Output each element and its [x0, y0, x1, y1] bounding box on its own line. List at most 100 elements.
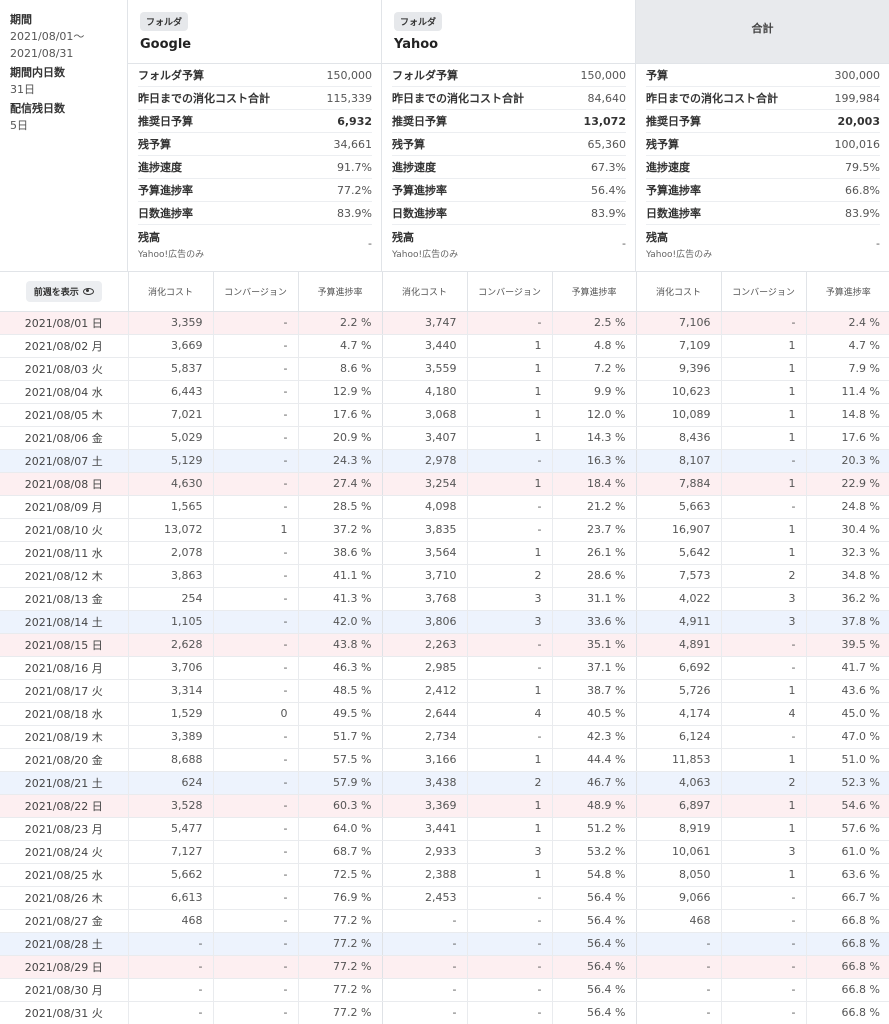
stat-label: 進捗速度 — [646, 161, 690, 174]
cell-conversion: 1 — [466, 403, 552, 427]
cell-cost: 1,565 — [127, 495, 213, 519]
table-row: 2021/08/16 月 3,706-46.3 % 2,985-37.1 % 6,69… — [0, 656, 889, 680]
stat-label: 進捗速度 — [392, 161, 436, 174]
stat-value: 20,003 — [837, 114, 880, 128]
folder-stats: 予算 300,000 昨日までの消化コスト合計 199,984 推奨日予算 20,00… — [636, 64, 889, 263]
stat-label: 推奨日予算 — [392, 115, 447, 128]
cell-conversion: 3 — [466, 840, 552, 864]
cell-cost: 1,529 — [127, 702, 213, 726]
cell-budget-rate: 76.9 % — [297, 886, 383, 910]
cell-budget-rate: 56.4 % — [551, 909, 637, 933]
cell-conversion: 1 — [720, 863, 806, 887]
cell-conversion: - — [212, 794, 298, 818]
cell-budget-rate: 4.8 % — [551, 334, 637, 358]
cell-cost: 4,174 — [635, 702, 721, 726]
table-row: 2021/08/24 火 7,127-68.7 % 2,933 3 53.2 % 10,0… — [0, 840, 889, 864]
stat-label: フォルダ予算 — [138, 69, 204, 82]
cell-conversion: 1 — [720, 679, 806, 703]
cell-cost: 7,021 — [127, 403, 213, 427]
stat-label: 日数進捗率 — [646, 207, 701, 220]
cell-cost: 3,559 — [381, 357, 467, 381]
cell-cost: 5,477 — [127, 817, 213, 841]
cell-budget-rate: 77.2 % — [297, 1001, 383, 1024]
cell-conversion: - — [212, 748, 298, 772]
cell-date: 2021/08/25 水 — [0, 863, 128, 887]
cell-date: 2021/08/01 日 — [0, 311, 128, 335]
cell-cost: 7,573 — [635, 564, 721, 588]
cell-cost: 3,438 — [381, 771, 467, 795]
cell-budget-rate: 32.3 % — [805, 541, 889, 565]
cell-conversion: 1 — [466, 679, 552, 703]
table-body: 2021/08/01 日 3,359-2.2 % 3,747-2.5 % 7,106-… — [0, 311, 889, 1024]
cell-conversion: - — [466, 909, 552, 933]
cell-cost: 5,029 — [127, 426, 213, 450]
folder-name[interactable]: Yahoo — [394, 37, 623, 52]
folder-name[interactable]: Google — [140, 37, 369, 52]
cell-budget-rate: 27.4 % — [297, 472, 383, 496]
cell-budget-rate: 2.5 % — [551, 311, 637, 335]
stat-label: 残予算 — [646, 138, 679, 151]
stat-value: 67.3% — [591, 160, 626, 174]
cell-budget-rate: 77.2 % — [297, 955, 383, 979]
cell-cost: 468 — [127, 909, 213, 933]
stat-label: 残高 Yahoo!広告のみ — [138, 229, 204, 260]
cell-date: 2021/08/29 日 — [0, 955, 128, 979]
cell-date: 2021/08/11 水 — [0, 541, 128, 565]
cell-cost: 7,884 — [635, 472, 721, 496]
cell-budget-rate: 22.9 % — [805, 472, 889, 496]
cell-date: 2021/08/05 木 — [0, 403, 128, 427]
cell-cost: 5,642 — [635, 541, 721, 565]
cell-conversion: 1 — [720, 403, 806, 427]
cell-cost: - — [127, 1001, 213, 1024]
remaining-days: 5日 — [10, 119, 28, 132]
cell-budget-rate: 28.6 % — [551, 564, 637, 588]
cell-conversion: - — [466, 311, 552, 335]
cell-date: 2021/08/07 土 — [0, 449, 128, 473]
cell-conversion: - — [212, 587, 298, 611]
cell-budget-rate: 8.6 % — [297, 357, 383, 381]
table-row: 2021/08/13 金 254-41.3 % 3,768 3 31.1 % 4,022 3… — [0, 587, 889, 611]
cell-cost: 5,663 — [635, 495, 721, 519]
cell-date: 2021/08/19 木 — [0, 725, 128, 749]
stat-value: 91.7% — [337, 160, 372, 174]
cell-conversion: 1 — [466, 357, 552, 381]
cell-budget-rate: 45.0 % — [805, 702, 889, 726]
stat-value: 13,072 — [583, 114, 626, 128]
cell-cost: 4,022 — [635, 587, 721, 611]
cell-date: 2021/08/06 金 — [0, 426, 128, 450]
cell-cost: 254 — [127, 587, 213, 611]
cell-conversion: - — [720, 909, 806, 933]
cell-conversion: 1 — [466, 748, 552, 772]
stat-label: 進捗速度 — [138, 161, 182, 174]
cell-budget-rate: 60.3 % — [297, 794, 383, 818]
cell-budget-rate: 9.9 % — [551, 380, 637, 404]
cell-cost: 624 — [127, 771, 213, 795]
cell-conversion: 2 — [466, 771, 552, 795]
prev-week-button[interactable]: 前週を表示 — [25, 280, 102, 302]
cell-cost: 3,706 — [127, 656, 213, 680]
cell-cost: 7,127 — [127, 840, 213, 864]
cell-date: 2021/08/28 土 — [0, 932, 128, 956]
cell-cost: 2,388 — [381, 863, 467, 887]
cell-conversion: 1 — [466, 794, 552, 818]
cell-budget-rate: 26.1 % — [551, 541, 637, 565]
cell-cost: 3,068 — [381, 403, 467, 427]
cell-conversion: - — [212, 840, 298, 864]
cell-conversion: - — [212, 1001, 298, 1024]
cell-cost: 3,863 — [127, 564, 213, 588]
cell-budget-rate: 20.9 % — [297, 426, 383, 450]
balance-note: Yahoo!広告のみ — [392, 250, 459, 260]
cell-cost: - — [635, 978, 721, 1002]
stat-value: 115,339 — [326, 91, 373, 105]
cell-conversion: 1 — [720, 817, 806, 841]
cell-cost: 3,166 — [381, 748, 467, 772]
table-row: 2021/08/29 日 - -77.2 % - -56.4 % - -66.8 % — [0, 955, 889, 979]
cell-conversion: - — [720, 633, 806, 657]
folder-badge: フォルダ — [394, 12, 443, 31]
cell-conversion: 3 — [466, 610, 552, 634]
cell-cost: 6,124 — [635, 725, 721, 749]
stat-row: 予算進捗率 66.8% — [646, 179, 880, 202]
cell-cost: 2,628 — [127, 633, 213, 657]
table-row: 2021/08/08 日 4,630-27.4 % 3,254 1 18.4 % 7,88… — [0, 472, 889, 496]
cell-date: 2021/08/22 日 — [0, 794, 128, 818]
